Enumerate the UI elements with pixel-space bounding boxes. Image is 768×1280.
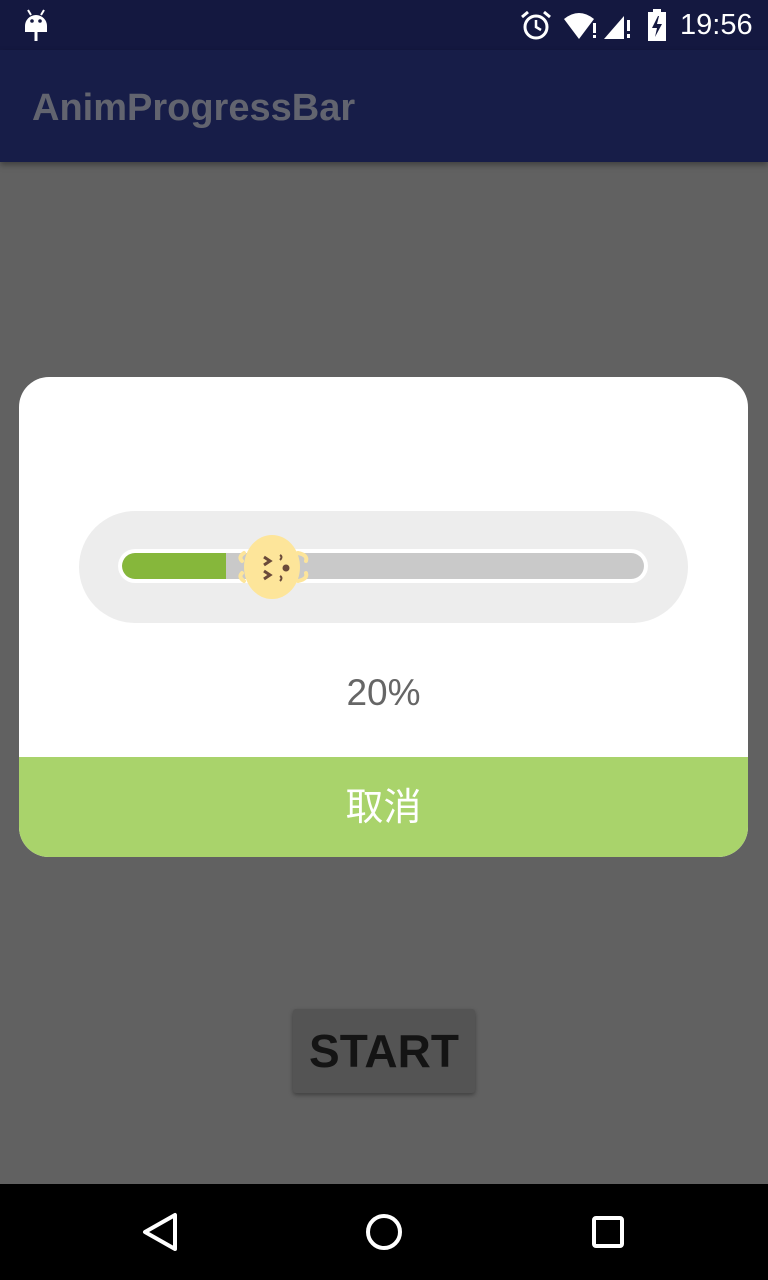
status-clock: 19:56: [680, 9, 753, 41]
progress-track: [122, 553, 644, 579]
status-bar: 19:56: [0, 0, 768, 50]
android-debug-icon: [25, 9, 47, 41]
signal-icon: [604, 16, 630, 39]
app-bar: AnimProgressBar: [0, 50, 768, 162]
cancel-button[interactable]: 取消: [19, 757, 748, 857]
back-icon[interactable]: [138, 1210, 182, 1254]
battery-charging-icon: [648, 9, 666, 41]
progress-bar: [118, 549, 648, 583]
progress-dialog: 20% 取消: [19, 377, 748, 857]
start-button[interactable]: START: [293, 1009, 475, 1093]
progress-container: [79, 511, 688, 623]
alarm-icon: [521, 10, 551, 40]
app-title: AnimProgressBar: [32, 87, 356, 129]
wifi-icon: [564, 13, 596, 39]
progress-fill: [122, 553, 227, 579]
cat-face-icon: [238, 535, 309, 599]
progress-percent: 20%: [346, 672, 421, 713]
navigation-bar: [0, 1184, 768, 1280]
recents-icon[interactable]: [586, 1210, 630, 1254]
home-icon[interactable]: [362, 1210, 406, 1254]
